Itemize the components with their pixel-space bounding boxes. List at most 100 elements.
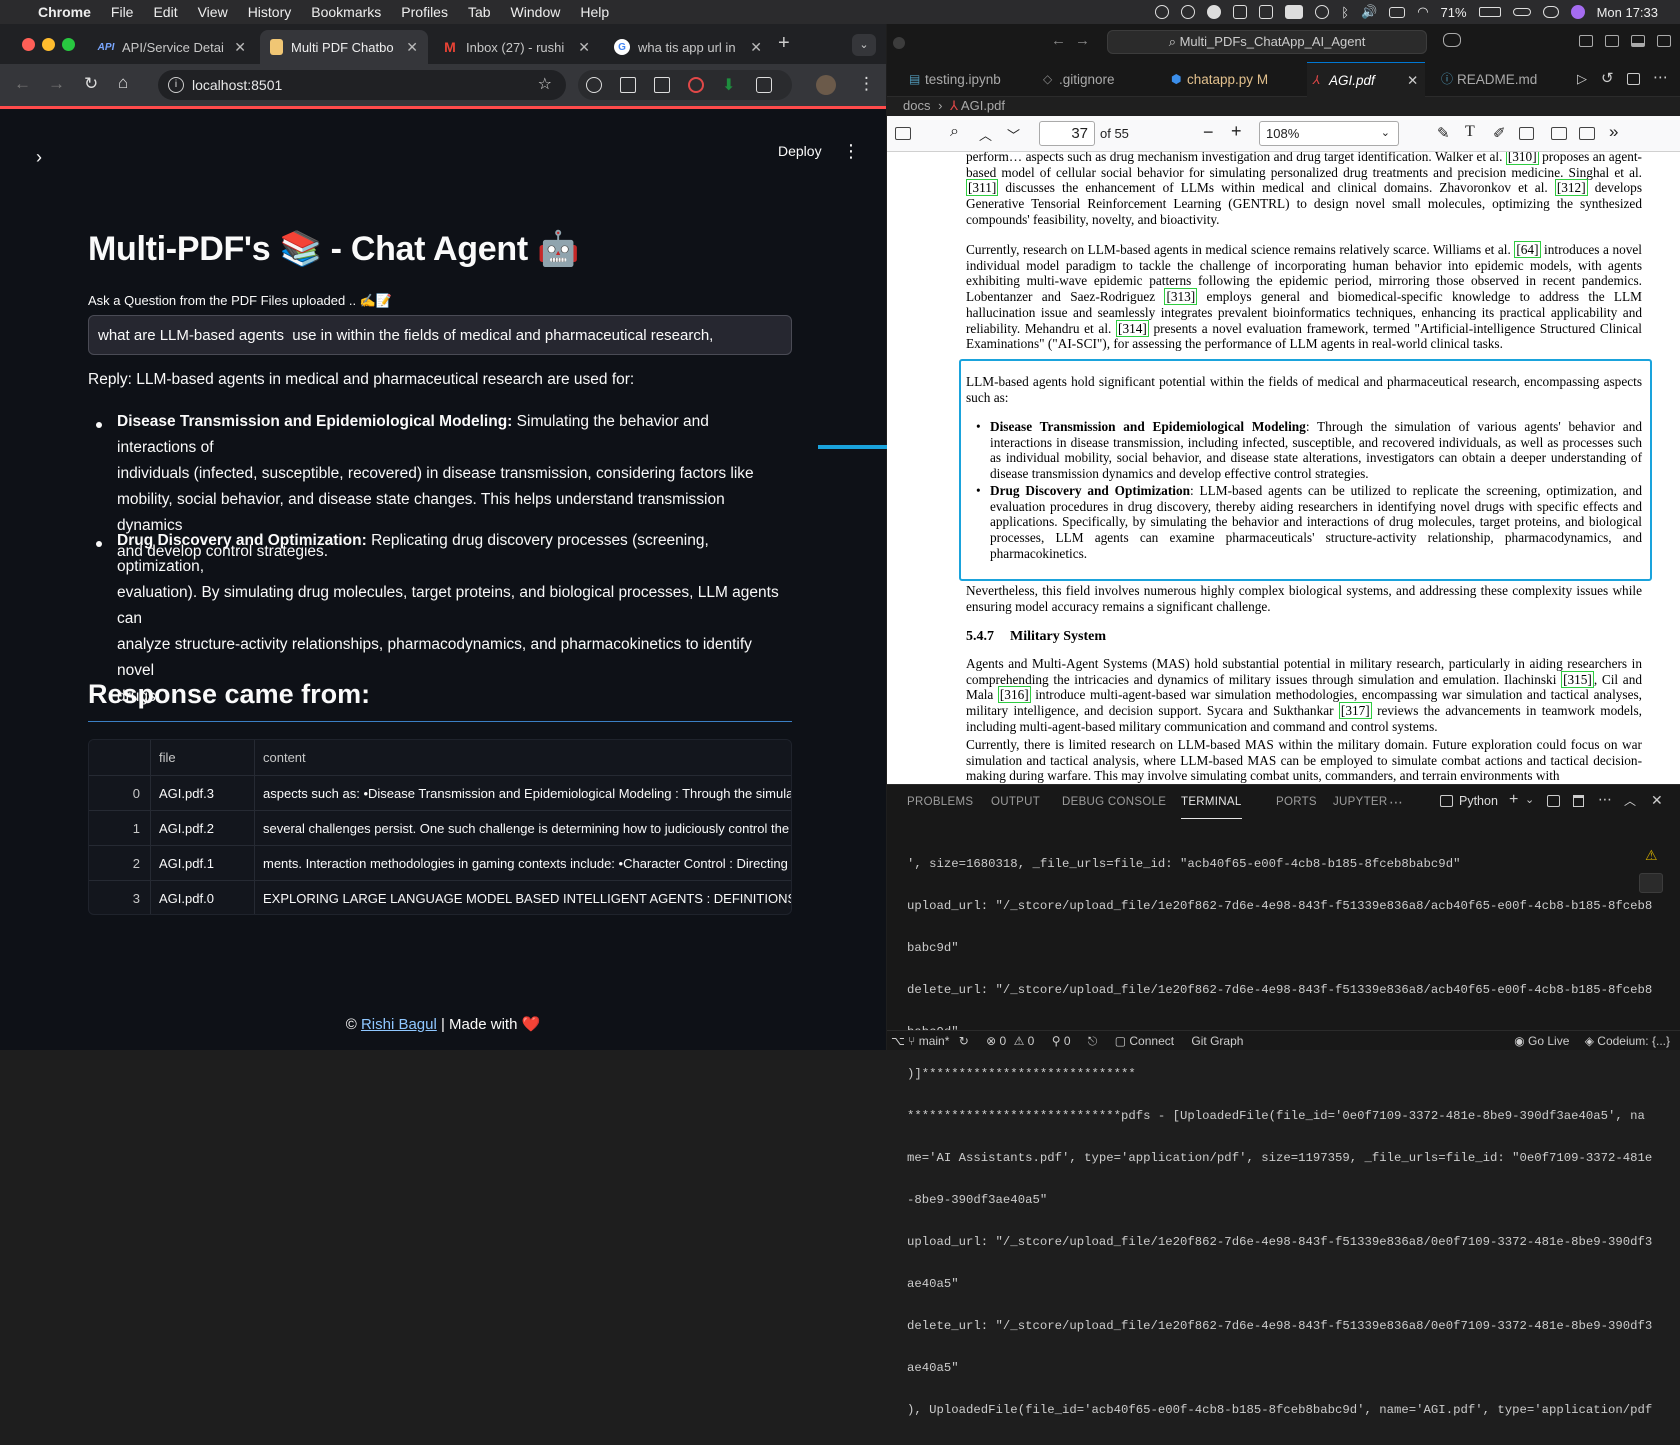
control-center-icon[interactable] [1542,6,1559,18]
go-live-button[interactable]: Go Live [1528,1034,1569,1048]
warning-icon[interactable]: ⚠ [1645,847,1658,864]
status-app-icon[interactable] [1259,5,1274,19]
tab-gitignore[interactable]: ◇ .gitignore [1037,62,1153,97]
close-tab-icon[interactable]: ✕ [234,39,246,56]
tab-testing-ipynb[interactable]: ▤ testing.ipynb [903,62,1033,97]
copilot-icon[interactable] [1443,33,1461,47]
tab-search-button[interactable]: ⌄ [852,34,876,56]
close-tab-icon[interactable]: ✕ [1407,63,1418,98]
forward-arrow-icon[interactable]: → [1075,32,1090,49]
forward-button[interactable]: → [48,74,65,94]
more-actions-icon[interactable]: ⋯ [1598,791,1612,808]
table-row[interactable]: 3 AGI.pdf.0 EXPLORING LARGE LANGUAGE MOD… [89,880,791,914]
error-count[interactable]: 0 [1000,1034,1007,1048]
menu-tab[interactable]: Tab [468,4,491,20]
menu-bookmarks[interactable]: Bookmarks [311,4,381,20]
citation-link[interactable]: [313] [1164,288,1198,306]
battery-icon[interactable] [1478,7,1501,17]
close-tab-icon[interactable]: ✕ [578,39,590,56]
status-app-icon[interactable] [1207,5,1222,19]
tab-output[interactable]: OUTPUT [991,785,1040,819]
citation-link[interactable]: [316] [997,686,1031,704]
citation-link[interactable]: [315] [1561,670,1594,688]
page-number-input[interactable]: 37 [1039,121,1095,146]
command-center-search[interactable]: ⌕ Multi_PDFs_ChatApp_AI_Agent [1107,30,1427,54]
reload-button[interactable]: ↻ [84,74,98,94]
tab-debug-console[interactable]: DEBUG CONSOLE [1062,785,1166,819]
tab-readme-md[interactable]: ⓘ README.md [1435,62,1555,97]
deploy-button[interactable]: Deploy [778,143,822,159]
codeium-status[interactable]: Codeium: {...} [1597,1034,1670,1048]
table-row[interactable]: 2 AGI.pdf.1 ments. Interaction methodolo… [89,845,791,881]
text-tool-icon[interactable]: T [1465,123,1475,141]
terminal-output[interactable]: ', size=1680318, _file_urls=file_id: "ac… [907,829,1652,1445]
status-app-icon[interactable] [1181,5,1196,19]
ports-count[interactable]: 0 [1064,1034,1071,1048]
citation-link[interactable]: [317] [1338,702,1372,720]
browser-tab[interactable]: G wha tis app url in ✕ [604,30,772,64]
tab-terminal[interactable]: TERMINAL [1181,785,1242,819]
extension-icon[interactable] [586,77,602,93]
citation-link[interactable]: [311] [966,179,999,197]
minimize-window-button[interactable] [42,38,55,51]
close-tab-icon[interactable]: ✕ [406,39,418,56]
more-actions-icon[interactable]: ⋯ [1653,68,1668,86]
maximize-panel-icon[interactable]: ︿ [1624,792,1636,809]
menu-history[interactable]: History [248,4,292,20]
zoom-out-button[interactable]: − [1203,122,1214,143]
split-editor-icon[interactable] [1627,73,1640,85]
zoom-in-button[interactable]: + [1231,121,1242,142]
download-extension-icon[interactable]: ⬇ [722,75,735,95]
split-terminal-icon[interactable] [1547,795,1560,807]
highlight-icon[interactable]: ✎ [1437,124,1450,142]
display-icon[interactable] [1389,6,1406,18]
tab-ports[interactable]: PORTS [1276,785,1317,819]
status-app-icon[interactable] [1285,5,1304,19]
zoom-select[interactable]: 108% ⌄ [1259,121,1399,146]
citation-link[interactable]: [314] [1116,319,1149,337]
close-tab-icon[interactable]: ✕ [750,39,762,56]
tab-agi-pdf[interactable]: ⅄ AGI.pdf ✕ [1307,62,1425,97]
breadcrumb-docs[interactable]: docs [903,98,930,113]
column-header-file[interactable]: file [151,740,255,775]
history-icon[interactable]: ↺ [1601,69,1614,87]
find-icon[interactable]: ⌕ [950,123,959,141]
profile-avatar[interactable] [816,75,836,95]
tab-jupyter[interactable]: JUPYTER [1333,785,1388,819]
main-menu-icon[interactable]: ⋮ [842,141,860,162]
terminal-instance-icon[interactable] [1639,873,1663,893]
toggle-secondary-sidebar-icon[interactable] [1657,35,1671,47]
share-icon[interactable]: ⎋ [1088,1034,1098,1048]
print-icon[interactable] [1551,127,1567,140]
sync-icon[interactable]: ↻ [959,1034,969,1048]
column-header-content[interactable]: content [255,740,791,775]
menu-app-name[interactable]: Chrome [38,4,91,20]
more-tools-icon[interactable]: » [1609,122,1618,142]
git-branch[interactable]: main* [919,1034,950,1048]
more-panel-tabs-icon[interactable]: ⋯ [1389,785,1403,819]
git-graph-item[interactable]: Git Graph [1191,1034,1243,1048]
address-bar[interactable]: i localhost:8501 ☆ [158,70,566,100]
browser-tab-active[interactable]: Multi PDF Chatbo ✕ [260,30,428,64]
terminal-profile[interactable]: Python [1459,794,1498,808]
toggle-panel-icon[interactable] [1631,35,1645,47]
previous-page-icon[interactable]: ︿ [979,125,992,144]
home-button[interactable]: ⌂ [118,73,128,93]
back-button[interactable]: ← [14,74,31,94]
back-arrow-icon[interactable]: ← [1051,32,1066,49]
connect-item[interactable]: Connect [1129,1034,1174,1048]
browser-tab[interactable]: API API/Service Detai ✕ [88,30,256,64]
save-icon[interactable] [1579,127,1595,140]
sidebar-expand-icon[interactable]: › [36,147,42,168]
layout-icon[interactable] [1579,35,1593,47]
menu-edit[interactable]: Edit [153,4,177,20]
glasses-icon[interactable] [1512,8,1531,16]
play-icon[interactable] [1315,5,1330,19]
sidebar-toggle-icon[interactable] [895,127,911,140]
author-link[interactable]: Rishi Bagul [361,1016,437,1033]
menu-window[interactable]: Window [511,4,561,20]
menu-help[interactable]: Help [580,4,609,20]
new-tab-button[interactable]: + [778,32,790,55]
question-input[interactable] [88,315,792,355]
close-panel-icon[interactable]: ✕ [1651,792,1663,809]
